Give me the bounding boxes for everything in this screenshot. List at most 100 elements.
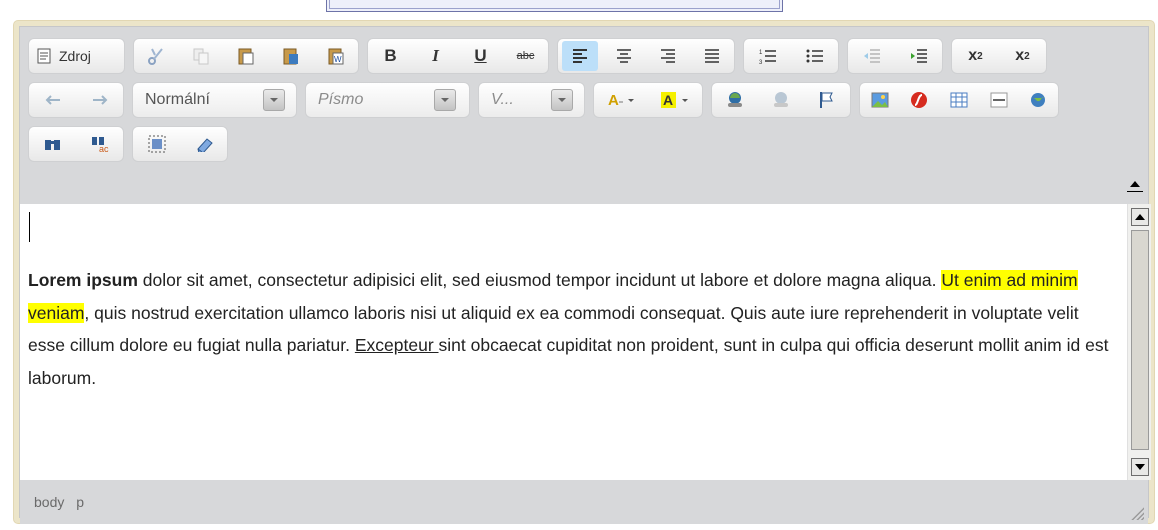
paste-word-icon: W <box>328 48 344 65</box>
align-right-button[interactable] <box>650 41 686 71</box>
chevron-down-icon[interactable] <box>263 89 285 111</box>
align-left-button[interactable] <box>562 41 598 71</box>
redo-button[interactable] <box>82 85 118 115</box>
horizontal-rule-button[interactable] <box>981 85 1017 115</box>
scroll-up-button[interactable] <box>1131 208 1149 226</box>
replace-button[interactable]: ac <box>82 129 118 159</box>
insert-group <box>859 82 1059 118</box>
resize-handle[interactable] <box>1130 506 1144 520</box>
format-value: Normální <box>145 91 210 108</box>
top-input-inner <box>329 0 780 9</box>
script-group: x2 x2 <box>951 38 1047 74</box>
paste-button[interactable] <box>229 41 263 71</box>
align-center-button[interactable] <box>606 41 642 71</box>
copy-icon <box>193 48 209 65</box>
find-group: ac <box>28 126 124 162</box>
font-placeholder: Písmo <box>318 91 364 108</box>
svg-text:ac: ac <box>99 144 109 153</box>
globe-icon <box>1031 93 1046 107</box>
background-color-icon: A <box>661 92 688 108</box>
strikethrough-button[interactable]: abc <box>509 41 543 71</box>
horizontal-rule-icon <box>990 92 1008 108</box>
size-combo[interactable]: V... <box>478 82 585 118</box>
bold-text: Lorem ipsum <box>28 270 138 290</box>
select-all-button[interactable] <box>139 129 175 159</box>
superscript-button[interactable]: x2 <box>1005 41 1041 71</box>
subscript-button[interactable]: x2 <box>958 41 994 71</box>
undo-group <box>28 82 124 118</box>
bulleted-list-icon <box>806 49 823 63</box>
source-group: Zdroj <box>28 38 125 74</box>
outdent-button[interactable] <box>854 41 890 71</box>
eraser-icon <box>196 138 213 152</box>
indent-icon <box>910 49 927 63</box>
iframe-button[interactable] <box>1020 85 1056 115</box>
svg-text:A: A <box>663 92 673 108</box>
remove-format-button[interactable] <box>186 129 222 159</box>
bulleted-list-button[interactable] <box>797 41 833 71</box>
font-combo[interactable]: Písmo <box>305 82 470 118</box>
format-combo[interactable]: Normální <box>132 82 297 118</box>
tools-group <box>132 126 228 162</box>
svg-text:A: A <box>608 92 619 109</box>
bold-button[interactable]: B <box>374 41 408 71</box>
top-input-field[interactable] <box>326 0 783 12</box>
rich-text-editor: Zdroj W B I U abc 1 3 x 2 x 2 Normální P… <box>13 20 1155 524</box>
clipboard-group: W <box>133 38 359 74</box>
table-button[interactable] <box>941 85 977 115</box>
paste-text-button[interactable] <box>274 41 308 71</box>
text-color-button[interactable]: A <box>598 85 644 115</box>
vertical-scrollbar[interactable] <box>1127 204 1151 480</box>
scissors-icon <box>148 48 164 65</box>
paste-text-icon <box>283 48 298 65</box>
binoculars-icon <box>44 140 60 150</box>
indent-group <box>847 38 943 74</box>
scroll-thumb[interactable] <box>1131 230 1149 471</box>
indent-button[interactable] <box>901 41 937 71</box>
justify-button[interactable] <box>694 41 730 71</box>
scroll-down-button[interactable] <box>1131 458 1149 476</box>
svg-text:3: 3 <box>759 60 763 65</box>
svg-text:W: W <box>334 55 342 64</box>
source-button[interactable]: Zdroj <box>29 41 124 71</box>
undo-button[interactable] <box>35 85 71 115</box>
background-color-button[interactable]: A <box>652 85 698 115</box>
unlink-icon <box>774 92 788 107</box>
align-group <box>557 38 735 74</box>
anchor-button[interactable] <box>807 85 847 115</box>
link-button[interactable] <box>715 85 755 115</box>
copy-button[interactable] <box>184 41 218 71</box>
link-group <box>711 82 851 118</box>
source-icon <box>37 48 51 64</box>
numbered-list-icon: 13 <box>759 50 776 65</box>
svg-text:1: 1 <box>759 50 763 56</box>
underlined-text: Excepteur <box>354 335 439 356</box>
italic-button[interactable]: I <box>419 41 453 71</box>
select-all-icon <box>148 135 165 153</box>
chevron-down-icon[interactable] <box>434 89 456 111</box>
undo-icon <box>45 95 60 105</box>
editor-content[interactable]: Lorem ipsum dolor sit amet, consectetur … <box>20 204 1127 480</box>
color-group: A A <box>593 82 703 118</box>
justify-icon <box>705 49 719 63</box>
toolbar-collapse-arrow[interactable] <box>1125 175 1145 195</box>
redo-icon <box>92 95 107 105</box>
underline-button[interactable]: U <box>464 41 498 71</box>
element-path: body p <box>34 494 92 510</box>
outdent-icon <box>863 49 880 63</box>
flash-button[interactable] <box>901 85 937 115</box>
status-bar: body p <box>20 480 1148 524</box>
replace-icon: ac <box>91 137 109 153</box>
align-left-icon <box>573 49 587 63</box>
link-icon <box>728 92 742 107</box>
unlink-button[interactable] <box>761 85 801 115</box>
find-button[interactable] <box>35 129 71 159</box>
path-item-p[interactable]: p <box>76 494 84 510</box>
path-item-body[interactable]: body <box>34 494 64 510</box>
cut-button[interactable] <box>139 41 173 71</box>
image-button[interactable] <box>862 85 898 115</box>
image-icon <box>871 92 889 108</box>
paste-word-button[interactable]: W <box>319 41 353 71</box>
numbered-list-button[interactable]: 13 <box>750 41 786 71</box>
chevron-down-icon[interactable] <box>551 89 573 111</box>
